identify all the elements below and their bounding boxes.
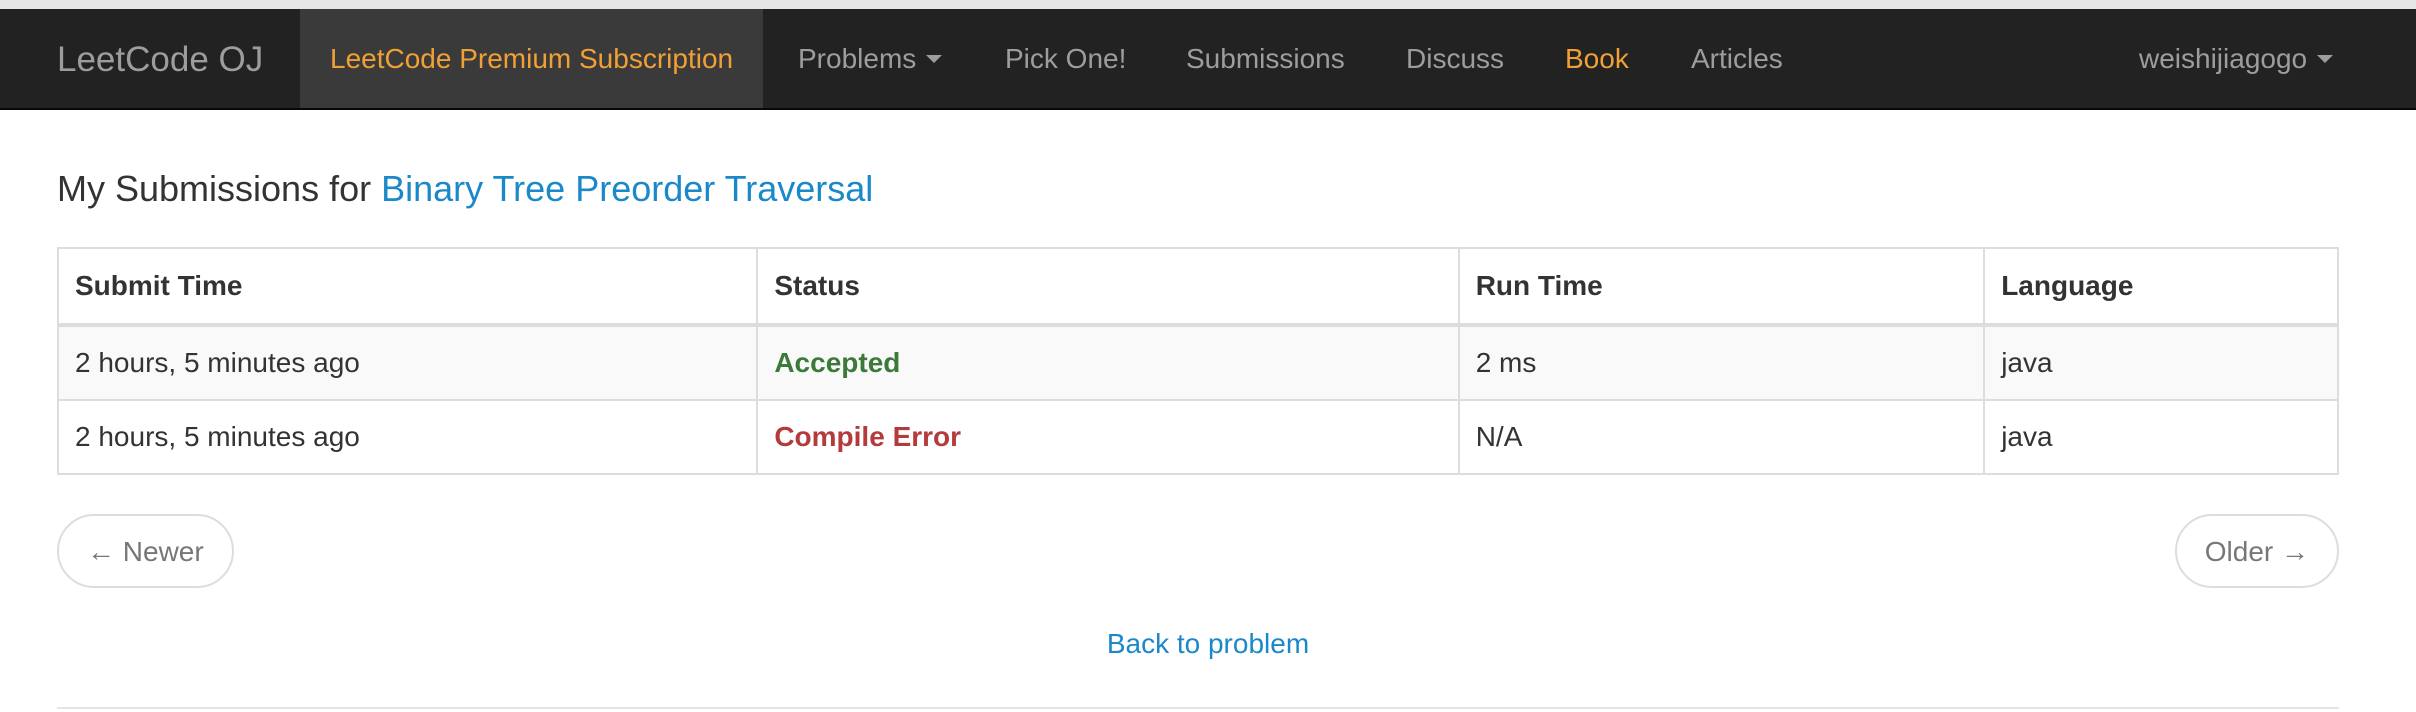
cell-run-time: 2 ms [1457,324,1986,401]
page-title: My Submissions for Binary Tree Preorder … [57,168,873,210]
older-button[interactable]: Older → [2174,514,2339,588]
submissions-table: Submit Time Status Run Time Language 2 h… [56,247,2339,475]
table-header-row: Submit Time Status Run Time Language [56,247,2339,327]
brand-logo[interactable]: LeetCode OJ [57,9,263,110]
back-to-problem-link[interactable]: Back to problem [1107,628,1309,659]
cell-submit-time: 2 hours, 5 minutes ago [56,399,759,475]
table-row: 2 hours, 5 minutes ago Accepted 2 ms jav… [56,324,2339,401]
nav-discuss[interactable]: Discuss [1406,9,1504,108]
problem-link[interactable]: Binary Tree Preorder Traversal [381,168,873,209]
nav-articles[interactable]: Articles [1691,9,1783,108]
header-language: Language [1983,247,2339,327]
newer-button[interactable]: ← Newer [57,514,234,588]
nav-problems-dropdown[interactable]: Problems [798,9,943,108]
nav-book[interactable]: Book [1565,9,1629,108]
table-row: 2 hours, 5 minutes ago Compile Error N/A… [56,399,2339,475]
cell-status: Compile Error [756,399,1460,475]
nav-problems-label: Problems [798,43,917,74]
status-link[interactable]: Accepted [774,347,900,378]
header-run-time: Run Time [1457,247,1986,327]
footer-divider [57,707,2339,709]
status-link[interactable]: Compile Error [774,421,961,452]
cell-run-time: N/A [1457,399,1986,475]
top-navbar: LeetCode OJ LeetCode Premium Subscriptio… [0,9,2416,110]
cell-status: Accepted [756,324,1460,401]
nav-submissions[interactable]: Submissions [1186,9,1345,108]
cell-language: java [1983,324,2339,401]
page-title-prefix: My Submissions for [57,168,372,209]
cell-language: java [1983,399,2339,475]
header-submit-time: Submit Time [56,247,759,327]
window-top-strip [0,0,2416,9]
chevron-down-icon [926,55,943,64]
back-to-problem-link-row: Back to problem [0,628,2416,660]
user-name: weishijiagogo [2139,43,2308,74]
chevron-down-icon [2317,55,2334,64]
header-status: Status [756,247,1460,327]
nav-premium-subscription[interactable]: LeetCode Premium Subscription [300,9,764,108]
nav-pick-one[interactable]: Pick One! [1005,9,1126,108]
user-menu-dropdown[interactable]: weishijiagogo [2139,9,2334,108]
cell-submit-time: 2 hours, 5 minutes ago [56,324,759,401]
